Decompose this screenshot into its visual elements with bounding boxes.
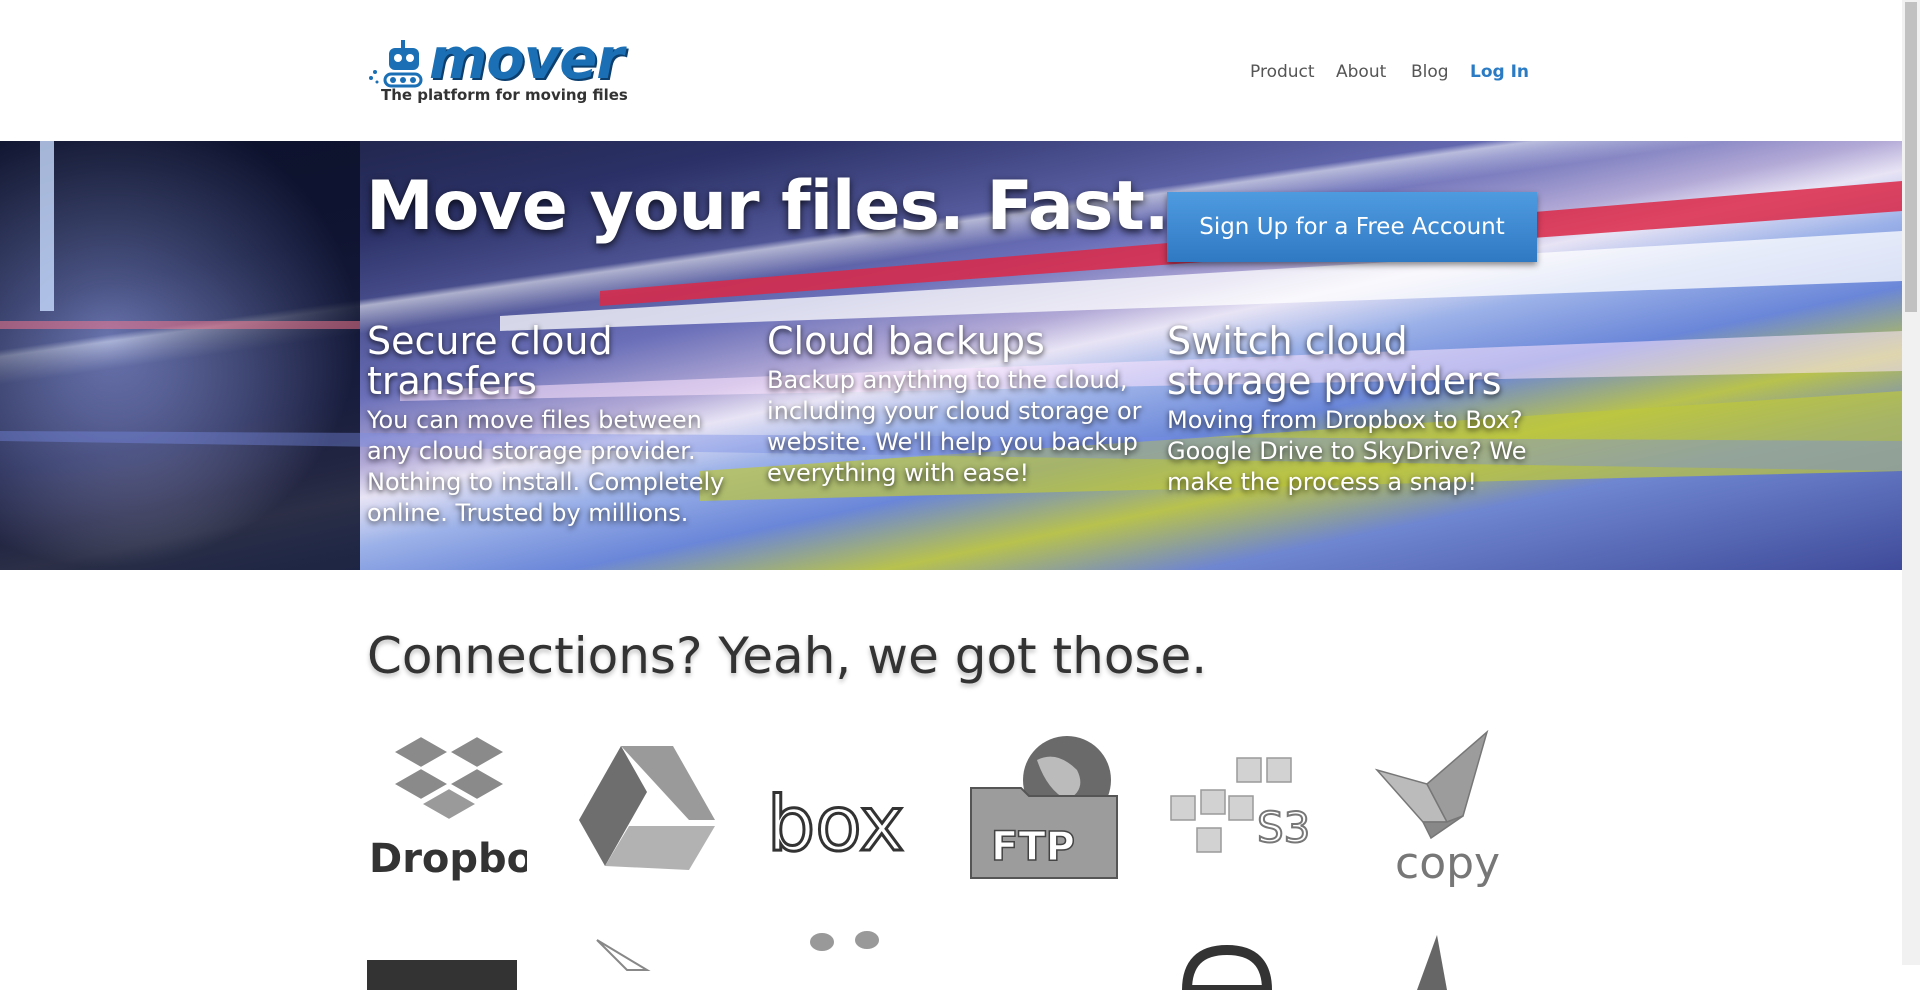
feature-title: Cloud backups bbox=[767, 319, 1045, 363]
page-scrollbar[interactable] bbox=[1902, 0, 1920, 965]
feature-body: You can move files between any cloud sto… bbox=[367, 406, 725, 527]
flame-icon bbox=[1417, 935, 1447, 990]
connection-logo-row2-1[interactable] bbox=[367, 930, 527, 990]
dropbox-icon: Dropbox bbox=[369, 734, 560, 882]
connection-logo-row2-2[interactable] bbox=[567, 930, 727, 990]
nav-blog[interactable]: Blog bbox=[1411, 62, 1449, 82]
s3-logo[interactable]: S3 bbox=[1167, 730, 1327, 890]
tower-icon bbox=[596, 939, 651, 971]
box-logo[interactable]: box bbox=[766, 730, 927, 890]
copy-icon: copy bbox=[1374, 729, 1500, 889]
ftp-label: FTP bbox=[991, 824, 1075, 870]
google-drive-icon bbox=[579, 746, 715, 870]
feature-body: Moving from Dropbox to Box? Google Drive… bbox=[1167, 406, 1527, 496]
feature-title: Switch cloud storage providers bbox=[1167, 319, 1502, 403]
box-icon: box bbox=[766, 778, 906, 870]
ftp-logo[interactable]: FTP bbox=[967, 730, 1127, 890]
webdav-icon bbox=[367, 960, 517, 990]
copy-logo[interactable]: copy bbox=[1367, 729, 1527, 890]
google-drive-logo[interactable] bbox=[567, 730, 727, 890]
s3-label: S3 bbox=[1257, 803, 1310, 852]
nav-login[interactable]: Log In bbox=[1470, 62, 1529, 82]
dropbox-logo[interactable]: Dropbox bbox=[367, 730, 560, 890]
connection-logo-row2-3[interactable] bbox=[767, 930, 927, 990]
cloud-icon bbox=[1181, 944, 1273, 994]
s3-icon: S3 bbox=[1170, 757, 1311, 853]
mover-logo[interactable]: mover The platform for moving files bbox=[367, 27, 628, 108]
feature-switch-providers: Switch cloud storage providers Moving fr… bbox=[1167, 321, 1542, 498]
feature-body: Backup anything to the cloud, including … bbox=[767, 366, 1142, 487]
hero-headline: Move your files. Fast. bbox=[366, 167, 1170, 246]
dots-icon bbox=[810, 931, 879, 951]
nav-about[interactable]: About bbox=[1336, 62, 1386, 82]
signup-button[interactable]: Sign Up for a Free Account bbox=[1167, 192, 1537, 262]
hero-banner: Move your files. Fast. Sign Up for a Fre… bbox=[0, 141, 1902, 570]
ftp-icon: FTP bbox=[970, 736, 1118, 879]
nav-product[interactable]: Product bbox=[1250, 62, 1315, 82]
feature-title: Secure cloud transfers bbox=[367, 319, 613, 403]
feature-cloud-backups: Cloud backups Backup anything to the clo… bbox=[767, 321, 1142, 489]
scrollbar-thumb[interactable] bbox=[1905, 2, 1917, 312]
connection-logo-row2-5[interactable] bbox=[1167, 930, 1327, 994]
site-header: mover The platform for moving files Prod… bbox=[0, 0, 1902, 141]
box-label: box bbox=[767, 779, 904, 868]
connection-logo-row2-6[interactable] bbox=[1367, 930, 1527, 990]
connections-title: Connections? Yeah, we got those. bbox=[367, 627, 1208, 685]
feature-secure-transfers: Secure cloud transfers You can move file… bbox=[367, 321, 742, 529]
copy-label: copy bbox=[1395, 838, 1500, 889]
logo-tagline: The platform for moving files bbox=[381, 86, 628, 104]
logo-wordmark: mover bbox=[429, 27, 624, 92]
dropbox-label: Dropbox bbox=[369, 836, 527, 882]
